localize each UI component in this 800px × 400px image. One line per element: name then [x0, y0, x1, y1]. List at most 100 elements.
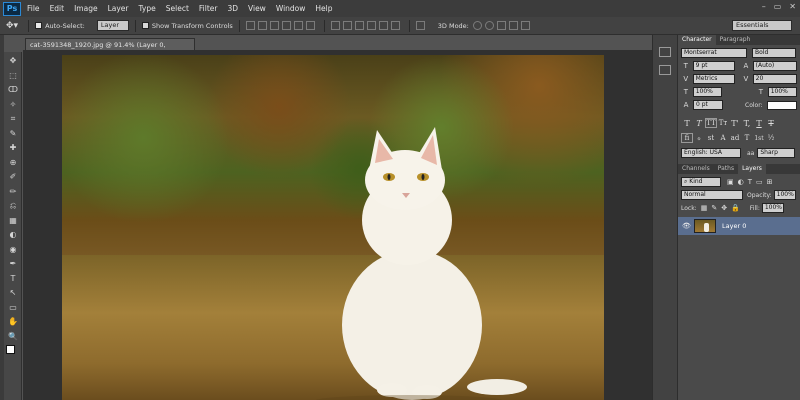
horizontal-scale-field[interactable]: 100% — [767, 87, 797, 97]
anti-alias-dropdown[interactable]: Sharp — [757, 148, 796, 158]
strikethrough-button[interactable]: T — [765, 119, 777, 128]
move-tool-icon[interactable]: ✥▾ — [6, 21, 18, 31]
tab-paths[interactable]: Paths — [714, 164, 738, 174]
text-color-swatch[interactable] — [766, 100, 797, 110]
tab-paragraph[interactable]: Paragraph — [716, 35, 755, 45]
brush-tool-icon[interactable]: ⊕ — [7, 157, 19, 168]
vertical-scale-field[interactable]: 100% — [692, 87, 722, 97]
align-top-icon[interactable] — [245, 21, 255, 30]
eraser-tool-icon[interactable]: ⎌ — [7, 200, 19, 211]
foreground-color-swatch[interactable] — [6, 345, 15, 354]
underline-button[interactable]: T — [753, 119, 765, 128]
auto-select-target-dropdown[interactable]: Layer — [96, 20, 129, 31]
menu-edit[interactable]: Edit — [50, 4, 65, 13]
3d-scale-icon[interactable] — [520, 21, 530, 30]
eye-icon[interactable]: 👁 — [682, 222, 694, 230]
tab-channels[interactable]: Channels — [678, 164, 714, 174]
menu-window[interactable]: Window — [276, 4, 306, 13]
distribute-top-icon[interactable] — [330, 21, 340, 30]
auto-select-checkbox[interactable] — [35, 22, 43, 29]
layer-filter-kind-dropdown[interactable]: ⌕ Kind — [681, 177, 721, 187]
font-style-dropdown[interactable]: Bold — [752, 48, 796, 58]
layer-row[interactable]: 👁 Layer 0 — [678, 217, 800, 235]
contextual-alternates-button[interactable]: ℴ — [693, 134, 705, 142]
filter-adjustment-icon[interactable]: ◐ — [738, 178, 744, 186]
discretionary-ligatures-button[interactable]: st — [705, 134, 717, 142]
all-caps-button[interactable]: TT — [705, 118, 717, 128]
clone-stamp-tool-icon[interactable]: ✐ — [7, 171, 19, 182]
minimize-button[interactable]: – — [762, 2, 766, 11]
align-left-icon[interactable] — [281, 21, 291, 30]
maximize-button[interactable]: ▭ — [774, 2, 782, 11]
menu-file[interactable]: File — [27, 4, 40, 13]
workspace-dropdown[interactable]: Essentials — [732, 20, 792, 31]
filter-type-icon[interactable]: T — [748, 178, 752, 186]
document-image[interactable] — [62, 55, 604, 400]
gradient-tool-icon[interactable]: ▦ — [7, 215, 19, 226]
font-family-dropdown[interactable]: Montserrat — [681, 48, 747, 58]
lock-all-icon[interactable]: 🔒 — [731, 204, 740, 212]
3d-pan-icon[interactable] — [496, 21, 506, 30]
menu-select[interactable]: Select — [166, 4, 189, 13]
show-transform-checkbox[interactable] — [141, 22, 149, 29]
faux-italic-button[interactable]: T — [693, 119, 705, 128]
distribute-left-icon[interactable] — [366, 21, 376, 30]
type-tool-icon[interactable]: T — [7, 273, 19, 284]
subscript-button[interactable]: T, — [741, 119, 753, 128]
menu-layer[interactable]: Layer — [108, 4, 129, 13]
filter-pixel-icon[interactable]: ▣ — [727, 178, 734, 186]
healing-brush-tool-icon[interactable]: ✚ — [7, 142, 19, 153]
align-hcenter-icon[interactable] — [293, 21, 303, 30]
distribute-bottom-icon[interactable] — [354, 21, 364, 30]
crop-tool-icon[interactable]: ⌗ — [7, 113, 19, 124]
menu-filter[interactable]: Filter — [199, 4, 218, 13]
tab-layers[interactable]: Layers — [738, 164, 766, 174]
distribute-vcenter-icon[interactable] — [342, 21, 352, 30]
document-tab[interactable]: cat-3591348_1920.jpg @ 91.4% (Layer 0, R… — [25, 38, 195, 61]
history-icon[interactable] — [659, 47, 671, 57]
blend-mode-dropdown[interactable]: Normal — [681, 190, 743, 200]
leading-field[interactable]: (Auto) — [752, 61, 798, 71]
lasso-tool-icon[interactable]: ↀ — [7, 84, 19, 95]
menu-image[interactable]: Image — [74, 4, 98, 13]
eyedropper-tool-icon[interactable]: ✎ — [7, 128, 19, 139]
distribute-right-icon[interactable] — [390, 21, 400, 30]
pen-tool-icon[interactable]: ✒ — [7, 258, 19, 269]
blur-tool-icon[interactable]: ◐ — [7, 229, 19, 240]
quick-select-tool-icon[interactable]: ✧ — [7, 99, 19, 110]
opacity-field[interactable]: 100% — [773, 190, 796, 200]
tab-character[interactable]: Character — [678, 35, 716, 45]
zoom-tool-icon[interactable]: 🔍 — [7, 331, 19, 342]
3d-roll-icon[interactable] — [484, 21, 494, 30]
menu-3d[interactable]: 3D — [227, 4, 238, 13]
3d-rotate-icon[interactable] — [472, 21, 482, 30]
lock-position-icon[interactable]: ✥ — [721, 204, 727, 212]
ligatures-button[interactable]: fi — [681, 133, 693, 143]
hand-tool-icon[interactable]: ✋ — [7, 316, 19, 327]
font-size-field[interactable]: 9 pt — [692, 61, 736, 71]
history-brush-tool-icon[interactable]: ✏ — [7, 186, 19, 197]
menu-help[interactable]: Help — [315, 4, 332, 13]
auto-align-icon[interactable] — [415, 21, 425, 30]
dodge-tool-icon[interactable]: ◉ — [7, 244, 19, 255]
close-window-button[interactable]: ✕ — [789, 2, 796, 11]
fractions-button[interactable]: ½ — [765, 134, 777, 142]
canvas-area[interactable] — [23, 50, 652, 400]
baseline-shift-field[interactable]: 0 pt — [693, 100, 723, 110]
lock-image-icon[interactable]: ✎ — [711, 204, 717, 212]
language-dropdown[interactable]: English: USA — [681, 148, 741, 158]
titling-alternates-button[interactable]: T — [741, 134, 753, 142]
lock-transparent-icon[interactable]: ▦ — [701, 204, 708, 212]
stylistic-alternates-button[interactable]: ad — [729, 134, 741, 142]
move-tool-icon[interactable]: ✥ — [7, 55, 19, 66]
fill-field[interactable]: 100% — [761, 203, 784, 213]
ordinals-button[interactable]: 1st — [753, 135, 765, 142]
align-vcenter-icon[interactable] — [257, 21, 267, 30]
properties-icon[interactable] — [659, 65, 671, 75]
3d-slide-icon[interactable] — [508, 21, 518, 30]
menu-view[interactable]: View — [248, 4, 266, 13]
path-select-tool-icon[interactable]: ↖ — [7, 287, 19, 298]
align-bottom-icon[interactable] — [269, 21, 279, 30]
filter-shape-icon[interactable]: ▭ — [756, 178, 763, 186]
color-swatches[interactable] — [6, 345, 21, 361]
